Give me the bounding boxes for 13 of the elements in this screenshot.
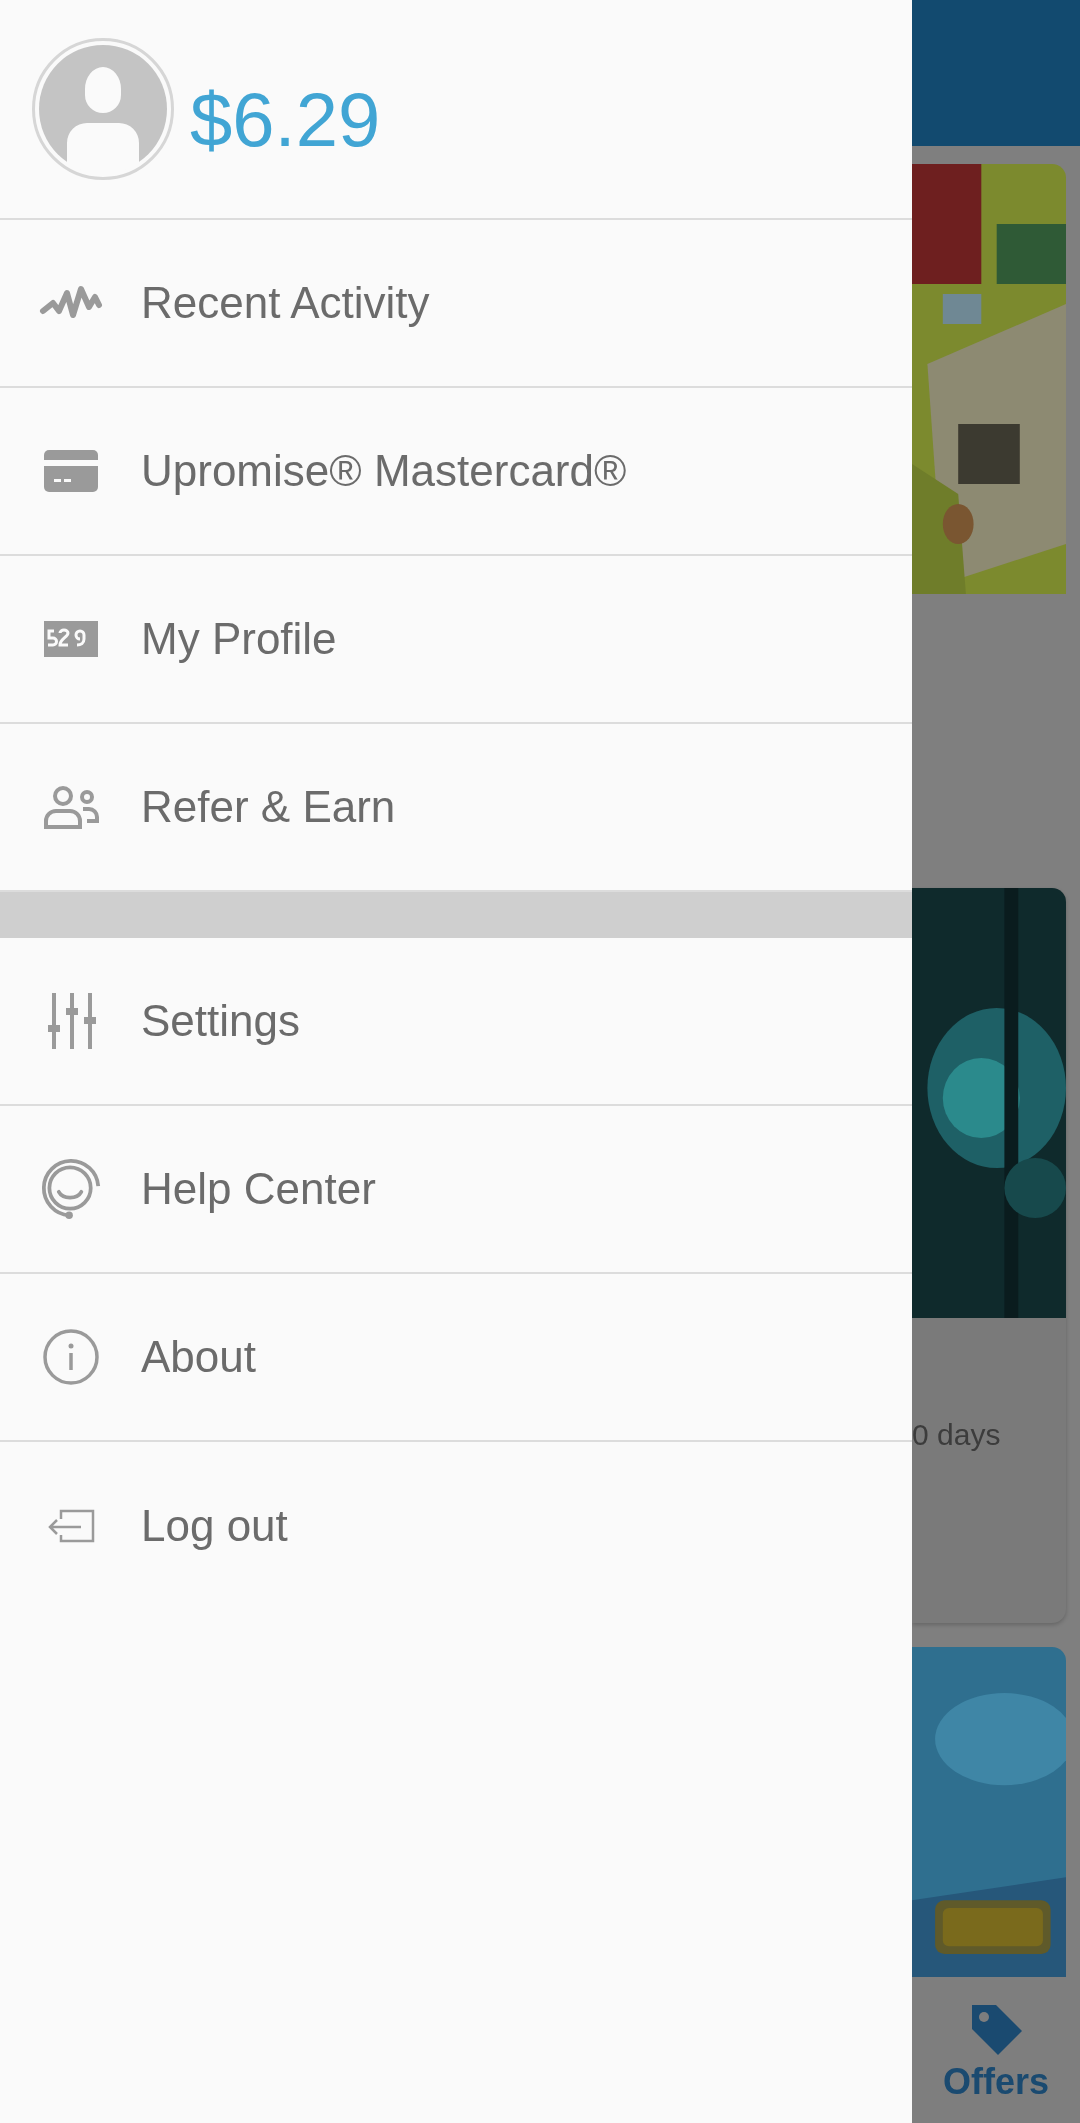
badge-icon xyxy=(43,621,98,657)
menu-item[interactable]: Upromise® Mastercard® xyxy=(0,388,912,556)
sliders-icon xyxy=(45,993,96,1049)
card-text: 0 days xyxy=(912,1418,1002,1452)
credit-card-icon xyxy=(43,450,98,492)
info-icon xyxy=(41,1328,100,1386)
headset-icon xyxy=(39,1158,102,1220)
menu-item[interactable]: My Profile xyxy=(0,556,912,724)
balance: $6.29 xyxy=(190,75,381,163)
offer-card[interactable]: 0 days xyxy=(912,888,1066,1623)
people-icon xyxy=(42,785,99,829)
logout-icon xyxy=(46,1509,95,1543)
menu-item[interactable]: Log out xyxy=(0,1442,912,1610)
